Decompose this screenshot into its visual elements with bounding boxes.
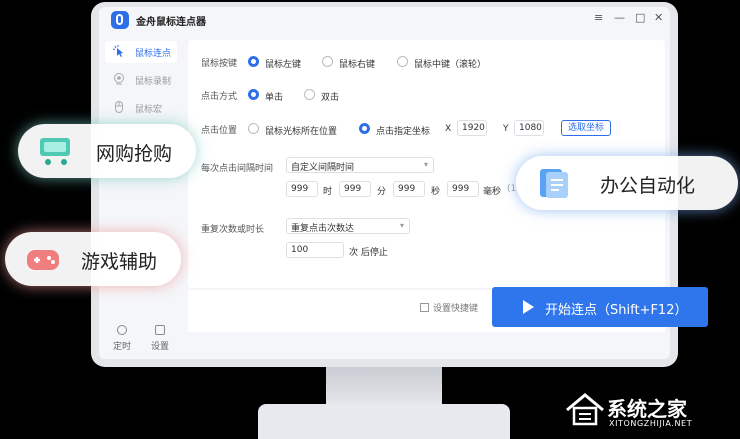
repeat-suffix: 次 后停止 (349, 248, 388, 258)
badge-office-automation: 办公自动化 (516, 156, 738, 210)
sidebar-item-label: 鼠标录制 (135, 77, 172, 87)
repeat-label: 重复次数或时长 (201, 225, 265, 235)
pick-coordinate-button[interactable]: 选取坐标 (561, 120, 611, 136)
sidebar-settings-label: 设置 (150, 342, 169, 352)
milliseconds-unit: 毫秒 (483, 187, 502, 197)
seconds-input[interactable]: 999 (393, 181, 425, 197)
repeat-count-input[interactable]: 100 (286, 242, 344, 258)
minutes-input[interactable]: 999 (339, 181, 371, 197)
y-label: Y (503, 124, 509, 134)
sidebar-settings[interactable]: 设置 (145, 325, 175, 352)
monitor-stand (258, 404, 510, 439)
gamepad-icon (27, 250, 59, 270)
shortcut-settings-link[interactable]: 设置快捷键 (420, 301, 478, 314)
sidebar-item-label: 鼠标连点 (135, 49, 172, 59)
sidebar-timer[interactable]: 定时 (107, 325, 137, 352)
sidebar-item-macro[interactable]: 鼠标宏 (105, 97, 177, 119)
sidebar: 鼠标连点 鼠标录制 鼠标宏 定时 设置 (99, 33, 185, 359)
hours-input[interactable]: 999 (286, 181, 318, 197)
title-bar: 金舟鼠标连点器 ≡ — □ ✕ (99, 7, 670, 33)
sidebar-item-record[interactable]: 鼠标录制 (105, 69, 177, 91)
close-button[interactable]: ✕ (654, 11, 663, 24)
badge-game-assist: 游戏辅助 (5, 232, 181, 286)
sidebar-timer-label: 定时 (112, 342, 131, 352)
timer-icon (117, 325, 127, 335)
house-logo-icon (566, 393, 604, 426)
repeat-mode-select[interactable]: 重复点击次数达 ▾ (286, 218, 410, 234)
keyboard-icon (420, 303, 429, 312)
watermark-text: 系统之家 (607, 397, 687, 421)
mouse-icon (115, 101, 123, 113)
watermark: 系统之家 XITONGZHIJIA.NET (565, 390, 740, 439)
interval-mode-select[interactable]: 自定义间隔时间 ▾ (286, 157, 434, 173)
click-mode-label: 点击方式 (201, 92, 238, 102)
menu-icon[interactable]: ≡ (594, 11, 603, 24)
sidebar-item-label: 鼠标宏 (135, 105, 163, 115)
minutes-unit: 分 (377, 187, 387, 197)
app-title: 金舟鼠标连点器 (136, 17, 206, 28)
mouse-button-label: 鼠标按键 (201, 59, 238, 69)
hours-unit: 时 (323, 187, 333, 197)
cursor-click-icon (113, 45, 123, 57)
click-position-label: 点击位置 (201, 126, 238, 136)
x-coordinate-input[interactable]: 1920 (457, 120, 487, 136)
sidebar-item-click[interactable]: 鼠标连点 (105, 41, 177, 63)
minimize-button[interactable]: — (614, 11, 625, 24)
monitor-neck (326, 367, 442, 407)
seconds-unit: 秒 (431, 187, 441, 197)
document-icon (540, 169, 568, 198)
badge-online-shopping: 网购抢购 (18, 124, 196, 178)
app-logo-icon (111, 11, 129, 29)
shopping-cart-icon (40, 138, 70, 165)
maximize-button[interactable]: □ (635, 11, 645, 24)
interval-label: 每次点击间隔时间 (201, 164, 274, 174)
settings-icon (155, 325, 165, 335)
play-icon (523, 300, 534, 314)
record-icon (114, 73, 124, 85)
watermark-subtext: XITONGZHIJIA.NET (609, 419, 693, 428)
chevron-down-icon: ▾ (399, 221, 404, 230)
x-label: X (445, 124, 452, 134)
milliseconds-input[interactable]: 999 (447, 181, 479, 197)
y-coordinate-input[interactable]: 1080 (514, 120, 544, 136)
chevron-down-icon: ▾ (423, 160, 428, 169)
start-clicking-button[interactable]: 开始连点（Shift+F12） (492, 287, 708, 327)
